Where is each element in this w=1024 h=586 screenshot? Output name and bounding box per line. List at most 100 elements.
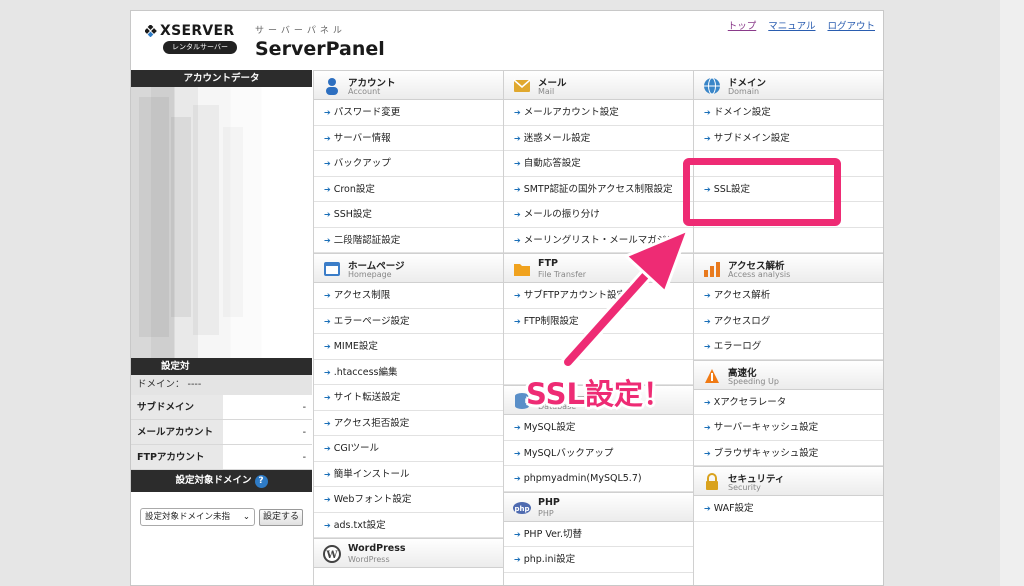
arrow-right-icon: ➔ xyxy=(324,342,331,351)
menu-item[interactable]: ➔ アクセスログ xyxy=(694,309,883,334)
menu-item[interactable]: ➔ サブFTPアカウント設定 xyxy=(504,283,693,309)
menu-item[interactable]: ➔ アクセス制限 xyxy=(314,283,503,309)
help-question-icon[interactable]: ? xyxy=(254,475,268,488)
arrow-right-icon: ➔ xyxy=(514,529,521,539)
menu-item[interactable]: ➔ Xアクセラレータ xyxy=(694,390,883,415)
menu-item[interactable]: ➔ バックアップ xyxy=(314,151,503,177)
menu-item-label: 自動応答設定 xyxy=(523,158,581,169)
menu-item[interactable]: ➔ アクセス拒否設定 xyxy=(314,411,503,436)
xserver-logo[interactable]: XSERVER レンタルサーバー xyxy=(145,23,241,54)
menu-item[interactable]: ➔ メーリングリスト・メールマガジン xyxy=(504,228,693,253)
section-title: FTP xyxy=(538,258,558,269)
menu-item-label: ドメイン設定 xyxy=(713,107,771,118)
menu-item[interactable]: ➔ 二段階認証設定 xyxy=(314,228,503,253)
menu-item[interactable]: ➔ パスワード変更 xyxy=(314,100,503,126)
menu-item-label: 迷惑メール設定 xyxy=(523,132,591,144)
menu-item-label: FTP制限設定 xyxy=(523,315,579,327)
menu-item[interactable]: ➔ ads.txt設定 xyxy=(314,513,503,538)
menu-item[interactable]: ➔ サーバーキャッシュ設定 xyxy=(694,415,883,441)
section-header-homepage: ホームページ Homepage xyxy=(314,253,503,283)
menu-item-label: SSH設定 xyxy=(333,209,372,220)
menu-item[interactable]: ➔ アクセス解析 xyxy=(694,283,883,309)
mail-icon xyxy=(513,79,531,92)
menu-item[interactable]: ➔ .htaccess編集 xyxy=(314,360,503,385)
section-subtitle: Access analysis xyxy=(728,270,791,279)
set-domain-button[interactable]: 設定する xyxy=(259,508,304,526)
menu-item[interactable]: ➔ サブドメイン設定 xyxy=(694,126,883,151)
menu-item[interactable]: ➔ メールの振り分け xyxy=(504,202,693,228)
menu-item[interactable]: ➔ MySQL設定 xyxy=(504,415,693,441)
arrow-right-icon: ➔ xyxy=(324,495,331,504)
arrow-right-icon: ➔ xyxy=(704,108,711,117)
menu-item[interactable]: ➔ エラーログ xyxy=(694,334,883,360)
target-domain-select[interactable]: 設定対象ドメイン未指 ⌄ xyxy=(140,508,255,526)
menu-item[interactable]: ➔ WAF設定 xyxy=(694,496,883,522)
php-icon: php xyxy=(513,501,531,514)
menu-item-label: サブFTPアカウント設定 xyxy=(523,290,627,301)
wordpress-icon: W xyxy=(323,545,341,563)
account-data-heading: アカウントデータ xyxy=(131,70,312,87)
menu-item[interactable]: ➔ Webフォント設定 xyxy=(314,487,503,513)
menu-item[interactable]: ➔ サイト転送設定 xyxy=(314,385,503,411)
arrow-right-icon: ➔ xyxy=(704,316,711,326)
manual-link[interactable]: マニュアル xyxy=(768,18,815,32)
menu-item[interactable]: ➔ MIME設定 xyxy=(314,334,503,360)
section-subtitle: File Transfer xyxy=(538,270,587,279)
menu-item[interactable]: ➔ FTP制限設定 xyxy=(504,309,693,334)
panel-title-kana: サーバーパネル xyxy=(255,26,346,36)
arrow-right-icon: ➔ xyxy=(704,133,711,143)
arrow-right-icon: ➔ xyxy=(324,235,331,245)
section-subtitle: PHP xyxy=(538,508,554,518)
panel-title: サーバーパネル ServerPanel xyxy=(255,23,385,60)
menu-item[interactable]: ➔ CGIツール xyxy=(314,436,503,462)
arrow-right-icon: ➔ xyxy=(324,108,331,117)
menu-item[interactable]: ➔ SMTP認証の国外アクセス制限設定 xyxy=(504,177,693,202)
ssl-highlight-box xyxy=(683,158,841,226)
logo-brand-text: XSERVER xyxy=(160,23,235,39)
menu-item[interactable]: ➔ ドメイン設定 xyxy=(694,100,883,126)
arrow-right-icon: ➔ xyxy=(324,291,331,300)
menu-item-label: SMTP認証の国外アクセス制限設定 xyxy=(523,183,673,195)
menu-item[interactable]: ➔ phpmyadmin(MySQL5.7) xyxy=(504,466,693,492)
menu-item-label: WAF設定 xyxy=(713,503,754,514)
menu-item[interactable]: ➔ PHP Ver.切替 xyxy=(504,522,693,547)
menu-item[interactable]: ➔ ブラウザキャッシュ設定 xyxy=(694,441,883,466)
arrow-right-icon: ➔ xyxy=(324,520,331,530)
menu-item-label: MySQL設定 xyxy=(523,422,576,433)
menu-item-label: 二段階認証設定 xyxy=(333,234,401,246)
stat-value: - xyxy=(302,402,306,413)
chevron-down-icon: ⌄ xyxy=(242,512,250,522)
arrow-right-icon: ➔ xyxy=(514,159,521,168)
empty-menu-slot xyxy=(694,228,883,253)
empty-menu-slot xyxy=(504,334,693,360)
stat-label: FTPアカウント xyxy=(131,445,223,469)
account-icon xyxy=(326,78,338,95)
menu-item[interactable]: ➔ サーバー情報 xyxy=(314,126,503,151)
ftp-folder-icon xyxy=(514,264,530,276)
panel-title-name: ServerPanel xyxy=(255,38,385,60)
menu-item[interactable]: ➔ Cron設定 xyxy=(314,177,503,202)
menu-item[interactable]: ➔ MySQLバックアップ xyxy=(504,441,693,466)
logout-link[interactable]: ログアウト xyxy=(827,18,875,32)
menu-item-label: サイト転送設定 xyxy=(333,392,401,403)
arrow-right-icon: ➔ xyxy=(514,184,521,194)
arrow-right-icon: ➔ xyxy=(324,418,331,428)
menu-item[interactable]: ➔ SSH設定 xyxy=(314,202,503,228)
menu-item-label: バックアップ xyxy=(333,158,391,169)
arrow-right-icon: ➔ xyxy=(704,342,711,351)
menu-item[interactable]: ➔ 迷惑メール設定 xyxy=(504,126,693,151)
section-header-domain: ドメイン Domain xyxy=(694,70,883,100)
menu-item-label: phpmyadmin(MySQL5.7) xyxy=(523,473,642,484)
menu-item[interactable]: ➔ php.ini設定 xyxy=(504,547,693,573)
menu-item-label: パスワード変更 xyxy=(333,107,401,118)
menu-item[interactable]: ➔ メールアカウント設定 xyxy=(504,100,693,126)
arrow-right-icon: ➔ xyxy=(324,159,331,168)
menu-item-label: アクセス制限 xyxy=(333,290,391,301)
menu-item[interactable]: ➔ 簡単インストール xyxy=(314,462,503,487)
top-link[interactable]: トップ xyxy=(728,18,757,32)
arrow-right-icon: ➔ xyxy=(324,316,331,326)
menu-item-label: Xアクセラレータ xyxy=(713,396,787,408)
menu-item[interactable]: ➔ 自動応答設定 xyxy=(504,151,693,177)
menu-item-label: php.ini設定 xyxy=(523,554,576,565)
menu-item[interactable]: ➔ エラーページ設定 xyxy=(314,309,503,334)
